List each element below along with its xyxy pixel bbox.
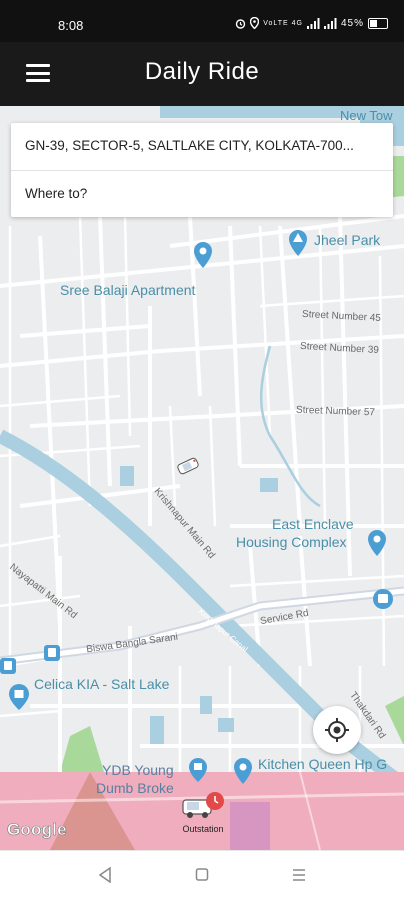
- outstation-car-icon: [182, 792, 224, 818]
- bus-stop-icon[interactable]: [0, 658, 16, 674]
- location-pin-icon[interactable]: [233, 758, 253, 784]
- page-title: Daily Ride: [144, 58, 260, 85]
- bus-stop-icon[interactable]: [44, 645, 60, 661]
- my-location-icon: [325, 718, 349, 742]
- status-time: 8:08: [58, 18, 84, 33]
- location-card: GN-39, SECTOR-5, SALTLAKE CITY, KOLKATA-…: [11, 123, 393, 217]
- map-label: Kitchen Queen Hp G: [258, 756, 388, 772]
- back-triangle-icon[interactable]: [98, 867, 112, 883]
- battery-percent: 45%: [340, 17, 364, 29]
- map-label: Celica KIA - Salt Lake: [34, 676, 170, 692]
- status-icons: VoLTE 4G 45%: [235, 17, 388, 29]
- map-label: YDB Young: [102, 762, 174, 778]
- my-location-button[interactable]: [313, 706, 361, 754]
- alarm-icon: [236, 18, 246, 29]
- outstation-option[interactable]: Outstation: [177, 790, 229, 840]
- network-indicators: VoLTE 4G: [263, 19, 303, 27]
- destination-field[interactable]: Where to?: [11, 171, 393, 217]
- bus-stop-icon[interactable]: [372, 588, 394, 610]
- home-square-icon[interactable]: [195, 867, 209, 883]
- app-bar: Daily Ride: [0, 42, 404, 106]
- signal-icon: [323, 17, 337, 29]
- location-pin-icon[interactable]: [367, 530, 387, 556]
- car-marker-icon: [177, 457, 199, 475]
- shopping-bag-icon[interactable]: [8, 684, 30, 710]
- map-label: New Tow: [340, 108, 393, 123]
- map-label: Sree Balaji Apartment: [60, 282, 196, 298]
- signal-icon: [306, 17, 320, 29]
- park-tree-icon[interactable]: [288, 230, 308, 256]
- recents-menu-icon[interactable]: [292, 867, 306, 883]
- map-label: Jheel Park: [314, 232, 381, 248]
- location-icon: [250, 17, 260, 29]
- system-nav-bar: [0, 850, 404, 901]
- map-label: East Enclave: [272, 516, 354, 532]
- pickup-address-field[interactable]: GN-39, SECTOR-5, SALTLAKE CITY, KOLKATA-…: [11, 123, 393, 169]
- map-label: Dumb Broke: [96, 780, 174, 796]
- status-bar: 8:08 VoLTE 4G 45%: [0, 0, 404, 42]
- outstation-label: Outstation: [182, 824, 224, 834]
- map-label: Housing Complex: [236, 534, 347, 550]
- google-logo: Google: [7, 820, 67, 840]
- battery-icon: [368, 17, 388, 29]
- shopping-bag-icon[interactable]: [188, 758, 208, 782]
- location-pin-icon[interactable]: [193, 242, 213, 268]
